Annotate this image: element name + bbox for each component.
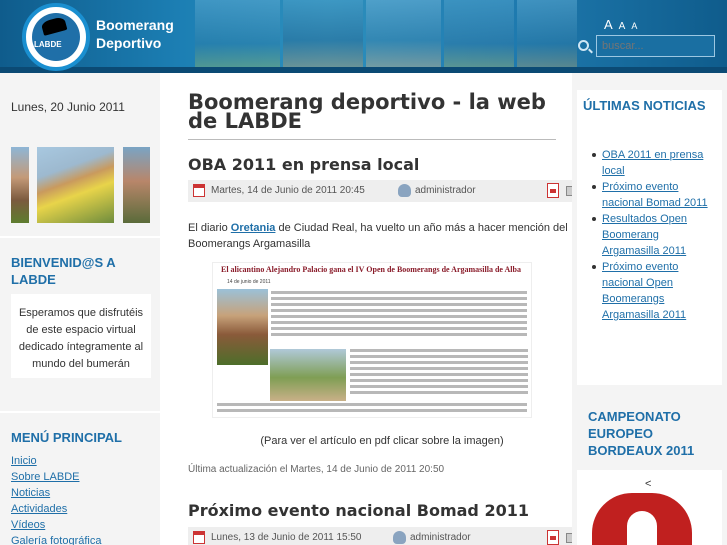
current-date: Lunes, 20 Junio 2011 <box>11 100 125 114</box>
pdf-icon[interactable] <box>547 530 559 545</box>
list-item: Resultados Open Boomerang Argamasilla 20… <box>592 211 717 259</box>
article-title[interactable]: Próximo evento nacional Bomad 2011 <box>188 501 529 520</box>
menu-item: Sobre LABDE <box>11 469 102 485</box>
image-caption: (Para ver el artículo en pdf clicar sobr… <box>260 435 504 447</box>
article-text: El diario <box>188 222 231 234</box>
article-date: Lunes, 13 de Junio de 2011 15:50 <box>211 532 362 543</box>
championship-logo[interactable] <box>592 493 692 545</box>
site-name-line2: Deportivo <box>96 35 162 51</box>
clipping-photo <box>270 349 346 401</box>
clipping-date: 14 de junio de 2011 <box>227 279 271 285</box>
article-author: administrador <box>415 185 476 196</box>
font-size-controls: AAA <box>604 17 643 32</box>
main-menu-title: MENÚ PRINCIPAL <box>11 430 122 445</box>
site-header: LABDE Boomerang Deportivo AAA <box>0 0 727 73</box>
welcome-title: BIENVENID@S A LABDE <box>11 255 116 287</box>
header-photo <box>195 0 280 73</box>
menu-link-actividades[interactable]: Actividades <box>11 503 67 515</box>
menu-item: Actividades <box>11 501 102 517</box>
clipping-headline: El alicantino Alejandro Palacio gana el … <box>221 265 521 274</box>
user-icon <box>393 531 406 544</box>
calendar-icon <box>193 184 205 197</box>
article-title[interactable]: OBA 2011 en prensa local <box>188 155 419 174</box>
divider <box>188 139 556 140</box>
article-author: administrador <box>410 532 471 543</box>
latest-news-title: ÚLTIMAS NOTICIAS <box>583 98 706 113</box>
article-meta: Martes, 14 de Junio de 2011 20:45 admini… <box>188 180 583 202</box>
latest-news-link[interactable]: Próximo evento nacional Open Boomerangs … <box>602 261 686 321</box>
header-photo <box>283 0 363 73</box>
main-content: Boomerang deportivo - la web de LABDE OB… <box>160 73 583 545</box>
menu-item: Galería fotográfica <box>11 533 102 545</box>
left-sidebar: Lunes, 20 Junio 2011 BIENVENID@S A LABDE… <box>0 73 160 545</box>
menu-link-videos[interactable]: Vídeos <box>11 519 45 531</box>
championship-title: CAMPEONATO EUROPEO BORDEAUX 2011 <box>588 409 695 458</box>
latest-news-link[interactable]: OBA 2011 en prensa local <box>602 149 703 177</box>
list-item: Próximo evento nacional Bomad 2011 <box>592 179 717 211</box>
latest-news-link[interactable]: Próximo evento nacional Bomad 2011 <box>602 181 708 209</box>
article-body: El diario Oretania de Ciudad Real, ha vu… <box>188 220 576 252</box>
header-photo <box>517 0 577 73</box>
sidebar-photo[interactable] <box>123 147 150 223</box>
article-date: Martes, 14 de Junio de 2011 20:45 <box>211 185 365 196</box>
user-icon <box>398 184 411 197</box>
pdf-icon[interactable] <box>547 183 559 198</box>
divider <box>0 236 160 238</box>
divider <box>0 411 160 413</box>
header-photo <box>366 0 441 73</box>
font-decrease-button[interactable]: A <box>631 21 637 31</box>
header-photo <box>444 0 514 73</box>
site-name[interactable]: Boomerang Deportivo <box>96 16 174 52</box>
calendar-icon <box>193 531 205 544</box>
sidebar-photo[interactable] <box>37 147 114 223</box>
newspaper-clipping-image[interactable]: El alicantino Alejandro Palacio gana el … <box>212 262 532 418</box>
menu-link-inicio[interactable]: Inicio <box>11 455 37 467</box>
search-input[interactable] <box>596 35 715 57</box>
menu-link-galeria[interactable]: Galería fotográfica <box>11 535 102 545</box>
list-item: Próximo evento nacional Open Boomerangs … <box>592 259 717 323</box>
clipping-text-block <box>350 349 528 397</box>
clipping-text-block <box>271 291 527 339</box>
article-meta: Lunes, 13 de Junio de 2011 15:50 adminis… <box>188 527 583 545</box>
latest-news-link[interactable]: Resultados Open Boomerang Argamasilla 20… <box>602 213 687 257</box>
search-icon <box>578 40 589 51</box>
clipping-photo <box>217 289 268 365</box>
right-sidebar: ÚLTIMAS NOTICIAS OBA 2011 en prensa loca… <box>572 73 727 545</box>
sidebar-photo[interactable] <box>11 147 29 223</box>
menu-link-sobre[interactable]: Sobre LABDE <box>11 471 79 483</box>
menu-link-noticias[interactable]: Noticias <box>11 487 50 499</box>
font-default-button[interactable]: A <box>619 21 626 32</box>
article-link[interactable]: Oretania <box>231 222 276 234</box>
last-updated: Última actualización el Martes, 14 de Ju… <box>188 464 445 475</box>
main-menu: Inicio Sobre LABDE Noticias Actividades … <box>11 453 102 545</box>
site-name-line1: Boomerang <box>96 17 174 33</box>
menu-item: Noticias <box>11 485 102 501</box>
page-title: Boomerang deportivo - la web de LABDE <box>188 90 546 133</box>
carousel-prev-button[interactable]: < <box>645 478 651 490</box>
menu-item: Inicio <box>11 453 102 469</box>
clipping-text-block <box>217 403 527 415</box>
latest-news-list: OBA 2011 en prensa local Próximo evento … <box>592 147 717 323</box>
site-logo[interactable]: LABDE <box>22 3 90 71</box>
list-item: OBA 2011 en prensa local <box>592 147 717 179</box>
menu-item: Vídeos <box>11 517 102 533</box>
logo-text: LABDE <box>34 40 62 49</box>
welcome-text: Esperamos que disfrutéis de este espacio… <box>11 294 151 378</box>
font-increase-button[interactable]: A <box>604 17 613 32</box>
